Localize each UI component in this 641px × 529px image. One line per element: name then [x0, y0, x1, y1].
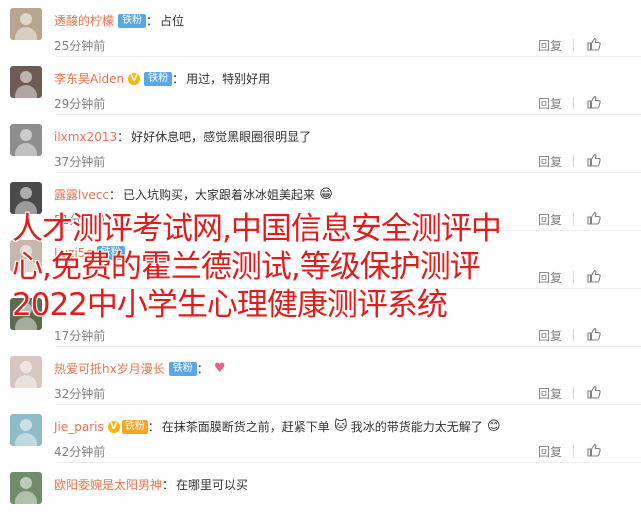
thumbs-up-icon[interactable] — [586, 326, 602, 342]
comment-item: 李东昊Aiden V 铁粉 ： 用过，特别好用 29分钟前 回复 — [0, 58, 641, 115]
reply-button[interactable]: 回复 — [538, 327, 562, 344]
username[interactable]: 热爱可抵hx岁月漫长 — [54, 360, 165, 378]
action-divider — [573, 329, 574, 341]
comment-item: 欧阳委婉是太阳男神 ： 在哪里可以买 — [0, 464, 641, 521]
thumbs-up-icon[interactable] — [586, 442, 602, 458]
thumbs-up-icon[interactable] — [586, 36, 602, 52]
comment-item: ilxmx2013 ： 好好休息吧，感觉黑眼圈很明显了 37分钟前 回复 — [0, 116, 641, 173]
colon: ： — [196, 362, 209, 376]
divider — [56, 462, 641, 463]
divider — [56, 404, 641, 405]
username[interactable]: 露露lvecc — [54, 186, 109, 204]
reply-button[interactable]: 回复 — [538, 443, 562, 460]
comment-item: 热爱可抵hx岁月漫长 铁粉 ： ♥ 32分钟前 回复 — [0, 348, 641, 405]
comment-text: 在哪里可以买 — [176, 478, 249, 492]
comment-text: 在抹茶面膜断货之前，赶紧下单 — [161, 420, 330, 434]
comment-item: Jie_paris V 铁粉 ： 在抹茶面膜断货之前，赶紧下单 🐱 我冰的带货能… — [0, 406, 641, 463]
fan-badge: 铁粉 — [144, 72, 173, 86]
heart-icon: ♥ — [213, 361, 226, 376]
avatar[interactable] — [10, 8, 42, 40]
action-divider — [573, 445, 574, 457]
verified-icon: V — [107, 421, 120, 433]
action-divider — [573, 155, 574, 167]
action-divider — [573, 39, 574, 51]
divider — [56, 172, 641, 173]
reply-button[interactable]: 回复 — [538, 95, 562, 112]
comment-item: 透酸的柠檬 铁粉 ： 占位 25分钟前 回复 — [0, 0, 641, 57]
comment-time: 32分钟前 — [54, 387, 106, 401]
thumbs-up-icon[interactable] — [586, 94, 602, 110]
reply-button[interactable]: 回复 — [538, 385, 562, 402]
comment-text-continued: 我冰的带货能力太无解了 — [350, 420, 483, 434]
colon: ： — [117, 130, 130, 144]
overlay-line-2: 心,免费的霍兰德测试,等级保护测评 — [12, 249, 481, 285]
overlay-banner-text: 人才测评考试网,中国信息安全测评中 心,免费的霍兰德测试,等级保护测评 2022… — [12, 210, 632, 324]
fan-badge: 铁粉 — [118, 14, 147, 28]
comment-time: 42分钟前 — [54, 445, 106, 459]
avatar[interactable] — [10, 124, 42, 156]
comment-text: 好好休息吧，感觉黑眼圈很明显了 — [131, 130, 312, 144]
avatar[interactable] — [10, 66, 42, 98]
divider — [56, 114, 641, 115]
verified-icon: V — [128, 73, 141, 85]
divider — [56, 56, 641, 57]
colon: ： — [147, 420, 160, 434]
fan-badge: 铁粉 — [168, 362, 197, 376]
comment-text: 占位 — [160, 14, 185, 28]
username[interactable]: 透酸的柠檬 — [54, 12, 114, 30]
username[interactable]: ilxmx2013 — [54, 128, 117, 146]
username[interactable]: Jie_paris — [54, 418, 104, 436]
comment-time: 29分钟前 — [54, 97, 106, 111]
overlay-line-3: 2022中小学生心理健康测评系统 — [12, 287, 448, 323]
comment-time: 17分钟前 — [54, 329, 106, 343]
grinning-face-icon: 😁 — [319, 187, 333, 202]
username[interactable]: 李东昊Aiden — [54, 70, 124, 88]
username[interactable]: 欧阳委婉是太阳男神 — [54, 476, 162, 494]
overlay-line-1: 人才测评考试网,中国信息安全测评中 — [12, 211, 502, 247]
divider — [56, 346, 641, 347]
colon: ： — [162, 478, 175, 492]
reply-button[interactable]: 回复 — [538, 153, 562, 170]
action-divider — [573, 97, 574, 109]
colon: ： — [109, 188, 122, 202]
thumbs-up-icon[interactable] — [586, 152, 602, 168]
comment-text: 已入坑购买，大家跟着冰冰姐美起来 — [123, 188, 316, 202]
comment-text: 用过，特别好用 — [186, 72, 271, 86]
fan-badge: 铁粉 — [121, 420, 148, 434]
thumbs-up-icon[interactable] — [586, 384, 602, 400]
cat-face-icon: 🐱 — [334, 419, 348, 434]
avatar[interactable] — [10, 472, 42, 504]
avatar[interactable] — [10, 414, 42, 446]
avatar[interactable] — [10, 356, 42, 388]
comment-time: 37分钟前 — [54, 155, 106, 169]
colon: ： — [146, 14, 159, 28]
smile-face-icon: 😊 — [487, 419, 501, 434]
reply-button[interactable]: 回复 — [538, 37, 562, 54]
comment-time: 25分钟前 — [54, 39, 106, 53]
colon: ： — [172, 72, 185, 86]
action-divider — [573, 387, 574, 399]
